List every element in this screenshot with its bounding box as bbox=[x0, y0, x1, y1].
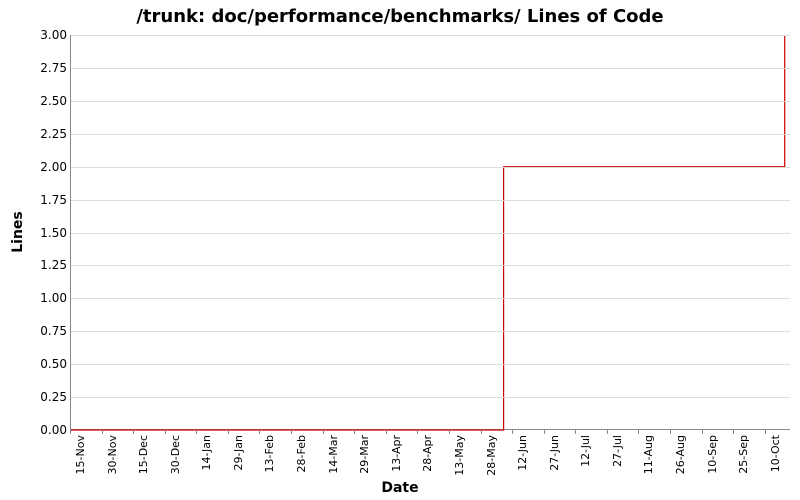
x-tick-mark bbox=[575, 430, 576, 434]
x-tick-mark bbox=[607, 430, 608, 434]
x-tick-mark bbox=[481, 430, 482, 434]
x-tick-mark bbox=[733, 430, 734, 434]
x-tick-mark bbox=[638, 430, 639, 434]
y-tick-label: 1.00 bbox=[17, 291, 67, 305]
y-tick-label: 1.75 bbox=[17, 193, 67, 207]
x-tick-mark bbox=[133, 430, 134, 434]
x-tick-label: 30-Dec bbox=[169, 435, 182, 474]
x-tick-mark bbox=[544, 430, 545, 434]
loc-chart: /trunk: doc/performance/benchmarks/ Line… bbox=[0, 0, 800, 500]
x-tick-label: 10-Sep bbox=[706, 435, 719, 474]
chart-title: /trunk: doc/performance/benchmarks/ Line… bbox=[0, 6, 800, 27]
y-tick-label: 2.25 bbox=[17, 127, 67, 141]
x-axis-label: Date bbox=[0, 480, 800, 496]
plot-area bbox=[70, 35, 790, 430]
x-tick-label: 15-Nov bbox=[74, 435, 87, 474]
x-tick-label: 29-Jan bbox=[232, 435, 245, 471]
y-tick-label: 3.00 bbox=[17, 28, 67, 42]
x-tick-label: 28-May bbox=[485, 435, 498, 476]
x-tick-label: 26-Aug bbox=[674, 435, 687, 474]
gridline bbox=[71, 265, 790, 266]
x-tick-label: 10-Oct bbox=[769, 435, 782, 472]
gridline bbox=[71, 331, 790, 332]
x-tick-label: 30-Nov bbox=[106, 435, 119, 474]
x-tick-label: 25-Sep bbox=[737, 435, 750, 474]
x-tick-label: 12-Jun bbox=[516, 435, 529, 471]
x-tick-label: 12-Jul bbox=[579, 435, 592, 467]
gridline bbox=[71, 364, 790, 365]
x-tick-label: 27-Jun bbox=[548, 435, 561, 471]
x-tick-mark bbox=[670, 430, 671, 434]
y-tick-label: 0.00 bbox=[17, 423, 67, 437]
x-tick-mark bbox=[102, 430, 103, 434]
x-tick-mark bbox=[70, 430, 71, 434]
x-tick-mark bbox=[228, 430, 229, 434]
x-tick-label: 13-Apr bbox=[390, 435, 403, 472]
gridline bbox=[71, 101, 790, 102]
gridline bbox=[71, 134, 790, 135]
x-tick-mark bbox=[512, 430, 513, 434]
gridline bbox=[71, 35, 790, 36]
gridline bbox=[71, 68, 790, 69]
x-tick-mark bbox=[417, 430, 418, 434]
y-tick-label: 0.25 bbox=[17, 390, 67, 404]
gridline bbox=[71, 397, 790, 398]
x-tick-mark bbox=[354, 430, 355, 434]
x-tick-mark bbox=[702, 430, 703, 434]
x-tick-label: 11-Aug bbox=[642, 435, 655, 474]
gridline bbox=[71, 233, 790, 234]
y-tick-label: 2.00 bbox=[17, 160, 67, 174]
y-tick-label: 0.50 bbox=[17, 357, 67, 371]
x-tick-mark bbox=[449, 430, 450, 434]
x-tick-mark bbox=[196, 430, 197, 434]
gridline bbox=[71, 167, 790, 168]
y-tick-label: 2.75 bbox=[17, 61, 67, 75]
x-tick-label: 13-May bbox=[453, 435, 466, 476]
gridline bbox=[71, 298, 790, 299]
x-tick-label: 28-Apr bbox=[421, 435, 434, 472]
x-tick-label: 28-Feb bbox=[295, 435, 308, 472]
y-tick-label: 1.50 bbox=[17, 226, 67, 240]
x-tick-mark bbox=[386, 430, 387, 434]
x-tick-label: 14-Mar bbox=[327, 435, 340, 474]
x-tick-label: 14-Jan bbox=[200, 435, 213, 471]
x-tick-label: 29-Mar bbox=[358, 435, 371, 474]
x-tick-mark bbox=[765, 430, 766, 434]
y-tick-label: 1.25 bbox=[17, 258, 67, 272]
x-tick-label: 15-Dec bbox=[137, 435, 150, 474]
x-tick-mark bbox=[291, 430, 292, 434]
y-tick-label: 0.75 bbox=[17, 324, 67, 338]
x-tick-mark bbox=[323, 430, 324, 434]
gridline bbox=[71, 200, 790, 201]
y-tick-label: 2.50 bbox=[17, 94, 67, 108]
x-tick-label: 13-Feb bbox=[263, 435, 276, 472]
x-tick-label: 27-Jul bbox=[611, 435, 624, 467]
x-tick-mark bbox=[165, 430, 166, 434]
x-tick-mark bbox=[259, 430, 260, 434]
